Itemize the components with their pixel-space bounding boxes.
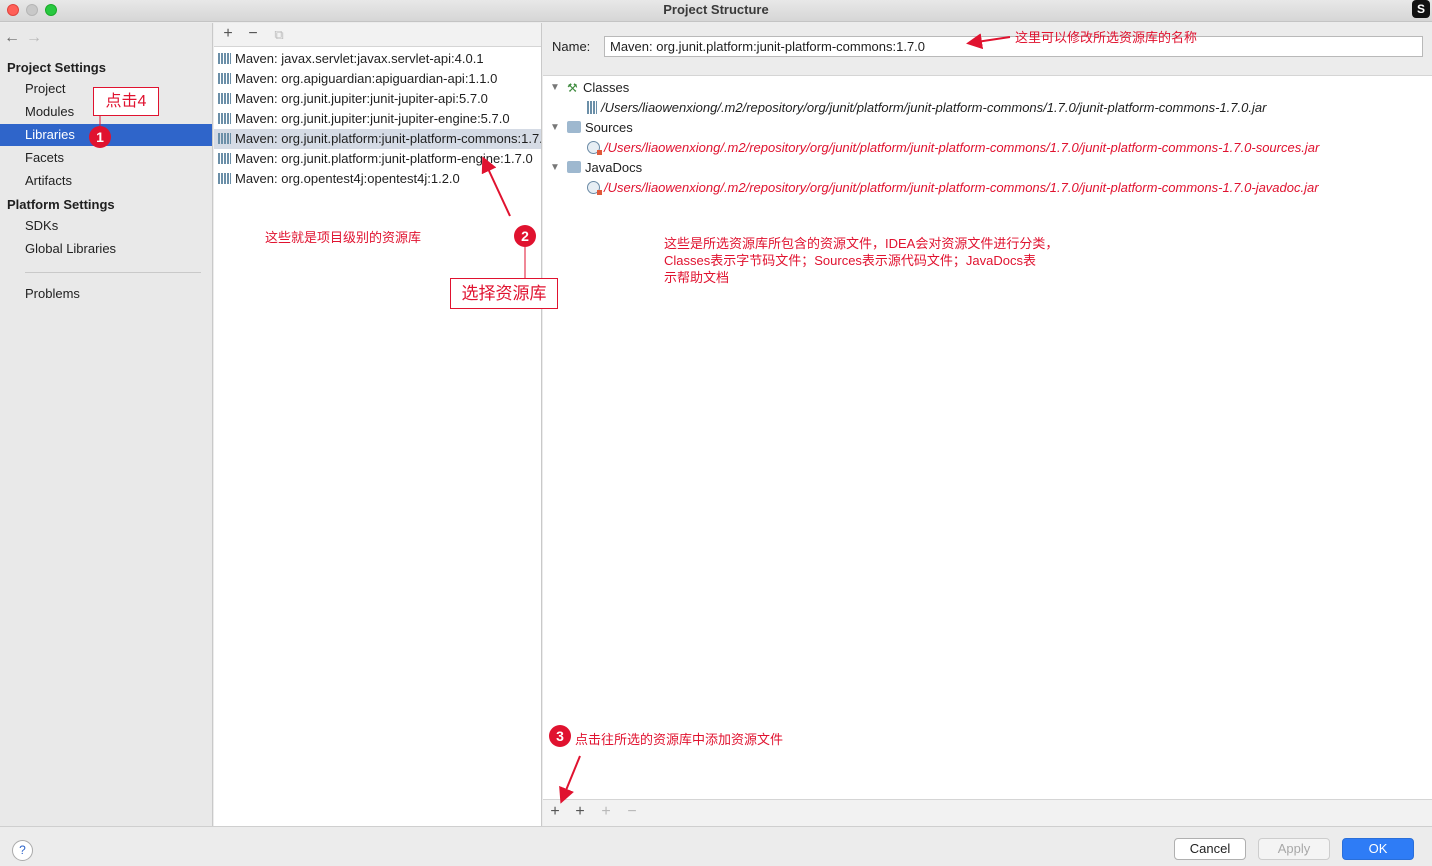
javadoc-folder-icon <box>567 161 581 173</box>
library-name-input[interactable] <box>604 36 1423 57</box>
window-title: Project Structure <box>663 2 769 17</box>
library-name: Maven: org.junit.jupiter:junit-jupiter-a… <box>235 91 488 106</box>
expand-triangle-icon[interactable]: ▼ <box>550 158 560 178</box>
help-button[interactable]: ? <box>12 840 33 861</box>
platform-settings-header: Platform Settings <box>7 197 115 212</box>
library-list-item[interactable]: Maven: javax.servlet:javax.servlet-api:4… <box>214 49 541 69</box>
classes-label: Classes <box>583 80 630 95</box>
library-name: Maven: org.junit.platform:junit-platform… <box>235 151 533 166</box>
library-icon <box>218 53 231 64</box>
tree-node-classes[interactable]: ▼ ⚒ Classes <box>543 78 1423 98</box>
sidebar-item-sdks[interactable]: SDKs <box>0 215 212 237</box>
annotation-files-line-1: 这些是所选资源库所包含的资源文件，IDEA会对资源文件进行分类， <box>664 236 1059 251</box>
add-library-button[interactable]: + <box>219 25 237 43</box>
library-list-item[interactable]: Maven: org.junit.jupiter:junit-jupiter-e… <box>214 109 541 129</box>
annotation-add-hint: 点击往所选的资源库中添加资源文件 <box>575 732 784 747</box>
tree-leaf-javadocs-jar[interactable]: /Users/liaowenxiong/.m2/repository/org/j… <box>587 178 1319 198</box>
project-settings-header: Project Settings <box>7 60 106 75</box>
annotation-rename-hint: 这里可以修改所选资源库的名称 <box>1015 30 1198 45</box>
annotation-files-line-3: 示帮助文档 <box>664 270 730 285</box>
library-details-panel: Name: ▼ ⚒ Classes /Users/liaowenxiong/.m2… <box>543 23 1432 826</box>
remove-root-button[interactable]: − <box>623 803 641 821</box>
remove-library-button[interactable]: − <box>244 25 262 43</box>
annotation-project-libraries: 这些就是项目级别的资源库 <box>265 230 422 245</box>
tree-leaf-sources-jar[interactable]: /Users/liaowenxiong/.m2/repository/org/j… <box>587 138 1319 158</box>
missing-file-globe-icon <box>587 141 602 155</box>
missing-file-globe-icon <box>587 181 602 195</box>
add-disabled-button[interactable]: + <box>597 803 615 821</box>
annotation-select-library: 选择资源库 <box>450 278 558 309</box>
sidebar-divider <box>25 272 201 273</box>
library-icon <box>218 153 231 164</box>
cancel-button[interactable]: Cancel <box>1174 838 1246 860</box>
libraries-toolbar: + − ⧉ <box>214 23 541 47</box>
sidebar-item-artifacts[interactable]: Artifacts <box>0 170 212 192</box>
library-icon <box>218 73 231 84</box>
add-root-button[interactable]: + <box>546 803 564 821</box>
annotation-click-4: 点击4 <box>93 87 159 116</box>
add-url-button[interactable]: + <box>571 803 589 821</box>
annotation-step-1: 1 <box>89 126 111 148</box>
forward-arrow-icon[interactable]: → <box>26 29 48 47</box>
folder-icon <box>567 121 581 133</box>
library-name: Maven: org.junit.platform:junit-platform… <box>235 131 542 146</box>
back-arrow-icon[interactable]: ← <box>4 29 26 47</box>
javadocs-path: /Users/liaowenxiong/.m2/repository/org/j… <box>604 180 1319 195</box>
sources-path: /Users/liaowenxiong/.m2/repository/org/j… <box>604 140 1320 155</box>
jar-file-icon <box>587 101 597 114</box>
library-icon <box>218 93 231 104</box>
title-bar: Project Structure S <box>0 0 1432 22</box>
tree-leaf-classes-jar[interactable]: /Users/liaowenxiong/.m2/repository/org/j… <box>587 98 1266 118</box>
library-list-item-selected[interactable]: Maven: org.junit.platform:junit-platform… <box>214 129 542 149</box>
sources-label: Sources <box>585 120 633 135</box>
sidebar-item-problems[interactable]: Problems <box>0 283 212 305</box>
library-list-item[interactable]: Maven: org.opentest4j:opentest4j:1.2.0 <box>214 169 541 189</box>
library-list-item[interactable]: Maven: org.junit.jupiter:junit-jupiter-a… <box>214 89 541 109</box>
library-name: Maven: javax.servlet:javax.servlet-api:4… <box>235 51 484 66</box>
annotation-step-3: 3 <box>549 725 571 747</box>
annotation-step-2: 2 <box>514 225 536 247</box>
library-icon <box>218 133 231 144</box>
ok-button[interactable]: OK <box>1342 838 1414 860</box>
dialog-footer: ? Cancel Apply OK <box>0 826 1432 866</box>
expand-triangle-icon[interactable]: ▼ <box>550 118 560 138</box>
app-badge-icon: S <box>1412 0 1430 18</box>
javadocs-label: JavaDocs <box>585 160 643 175</box>
library-list-item[interactable]: Maven: org.junit.platform:junit-platform… <box>214 149 541 169</box>
classes-path: /Users/liaowenxiong/.m2/repository/org/j… <box>601 100 1267 115</box>
sidebar-item-global-libraries[interactable]: Global Libraries <box>0 238 212 260</box>
name-label: Name: <box>552 39 591 54</box>
hammer-icon: ⚒ <box>567 81 578 95</box>
library-name: Maven: org.opentest4j:opentest4j:1.2.0 <box>235 171 460 186</box>
roots-toolbar: + + + − <box>543 799 1432 826</box>
library-icon <box>218 173 231 184</box>
library-name: Maven: org.junit.jupiter:junit-jupiter-e… <box>235 111 510 126</box>
library-list-item[interactable]: Maven: org.apiguardian:apiguardian-api:1… <box>214 69 541 89</box>
apply-button[interactable]: Apply <box>1258 838 1330 860</box>
tree-node-sources[interactable]: ▼ Sources <box>543 118 1423 138</box>
nav-arrows: ← → <box>4 29 48 47</box>
annotation-files-line-2: Classes表示字节码文件；Sources表示源代码文件；JavaDocs表 <box>664 253 1037 268</box>
library-name: Maven: org.apiguardian:apiguardian-api:1… <box>235 71 498 86</box>
expand-triangle-icon[interactable]: ▼ <box>550 78 560 98</box>
copy-library-icon[interactable]: ⧉ <box>270 27 288 43</box>
libraries-list-panel: + − ⧉ Maven: javax.servlet:javax.servlet… <box>214 23 542 826</box>
library-roots-tree: ▼ ⚒ Classes /Users/liaowenxiong/.m2/repos… <box>543 75 1432 799</box>
sidebar-item-facets[interactable]: Facets <box>0 147 212 169</box>
tree-node-javadocs[interactable]: ▼ JavaDocs <box>543 158 1423 178</box>
library-icon <box>218 113 231 124</box>
